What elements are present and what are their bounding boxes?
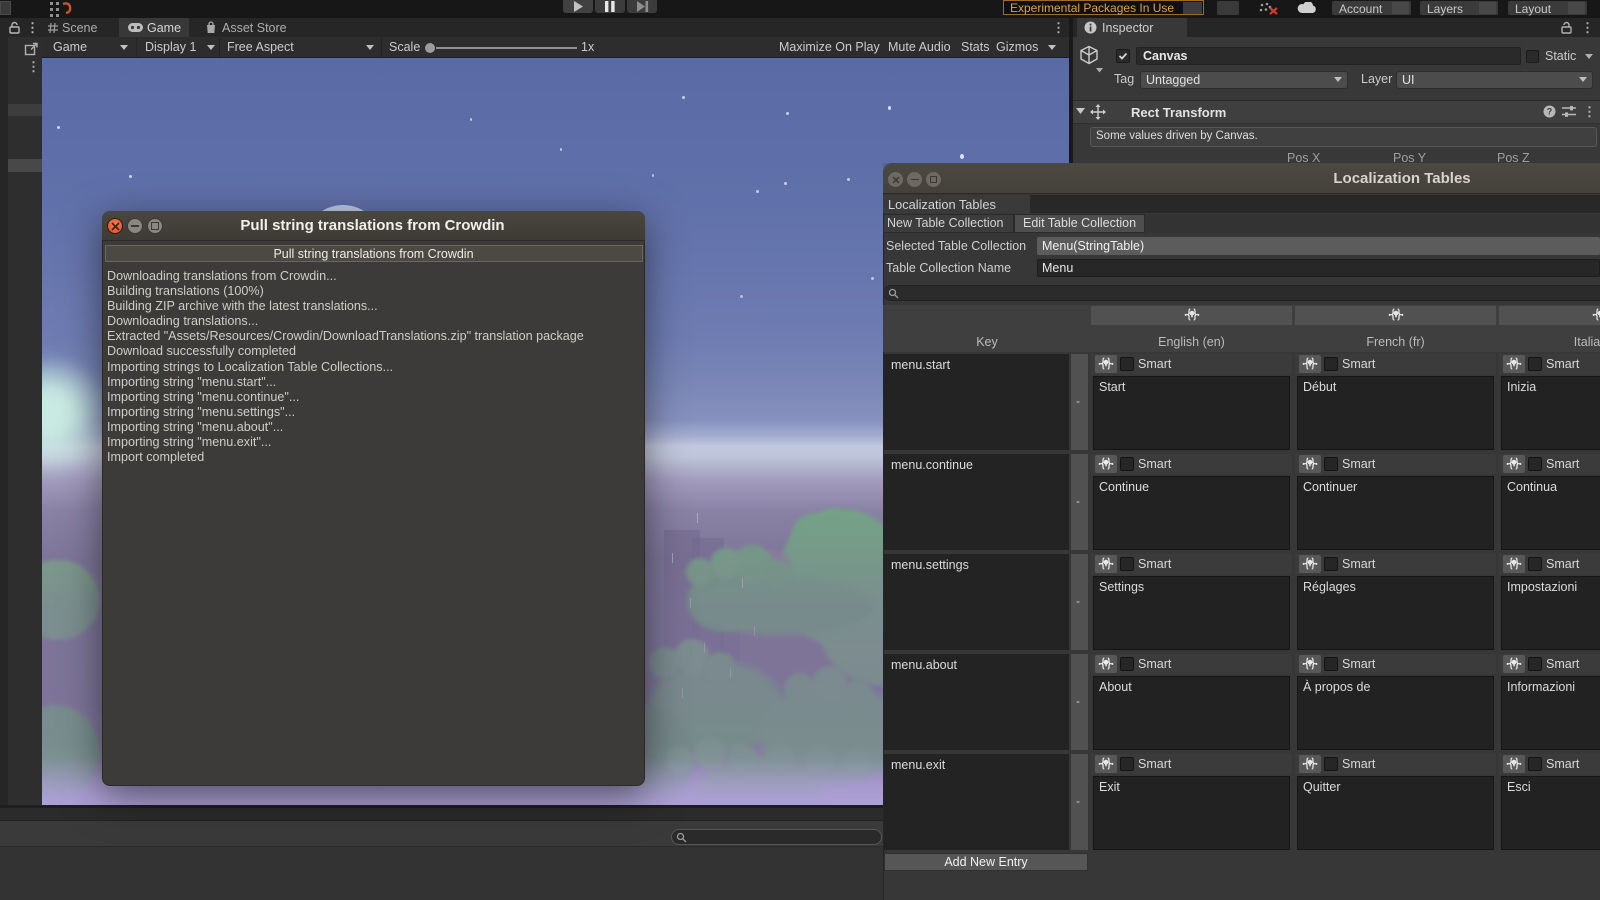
svg-text:?: ? <box>1547 107 1553 117</box>
